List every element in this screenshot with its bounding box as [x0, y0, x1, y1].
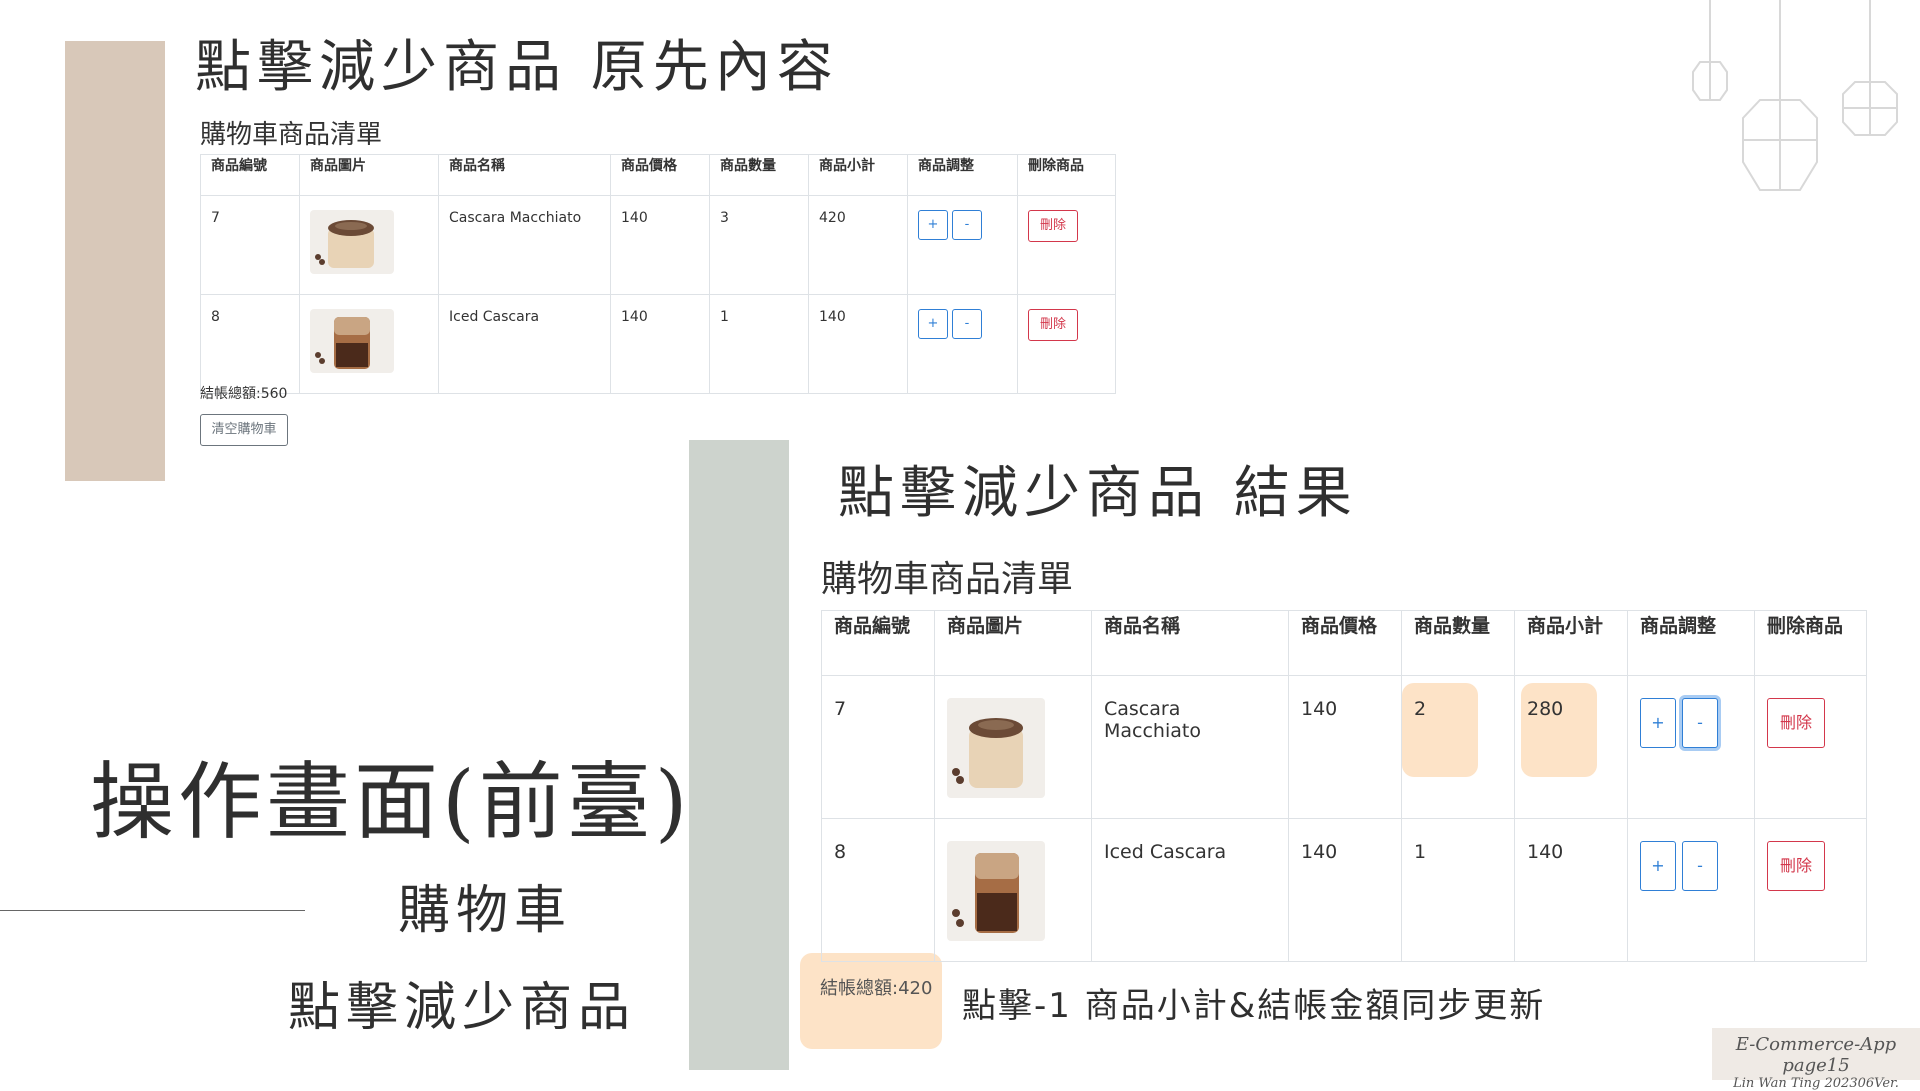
delete-button[interactable]: 刪除 — [1767, 698, 1825, 748]
product-price: 140 — [1288, 675, 1402, 819]
decrease-button[interactable]: - — [952, 210, 982, 240]
product-subtotal: 420 — [808, 195, 908, 295]
product-id: 7 — [821, 675, 935, 819]
subtitle-cart: 購物車 — [398, 881, 573, 941]
total-highlight — [800, 953, 942, 1049]
qty-adjust-cell: + - — [907, 195, 1018, 295]
iced-cascara-image — [310, 309, 394, 373]
column-header: 商品價格 — [610, 154, 710, 196]
decorative-tan-bar — [65, 41, 165, 481]
title-before: 點擊減少商品 原先內容 — [195, 35, 839, 100]
product-image — [299, 195, 439, 295]
product-id: 8 — [200, 294, 300, 394]
cart-heading: 購物車商品清單 — [821, 559, 1074, 600]
delete-button[interactable]: 刪除 — [1767, 841, 1825, 891]
column-header: 商品名稱 — [1091, 610, 1289, 676]
cascara-macchiato-image — [947, 698, 1045, 798]
cart-heading: 購物車商品清單 — [200, 120, 383, 150]
increase-button[interactable]: + — [1640, 698, 1676, 748]
product-qty: 1 — [709, 294, 809, 394]
decorative-grey-bar — [689, 440, 789, 1070]
main-title: 操作畫面(前臺) — [90, 753, 692, 851]
delete-cell: 刪除 — [1017, 294, 1116, 394]
result-note: 點擊-1 商品小計&結帳金額同步更新 — [962, 986, 1546, 1026]
decrease-button[interactable]: - — [1682, 841, 1718, 891]
product-price: 140 — [610, 195, 710, 295]
column-header: 商品編號 — [200, 154, 300, 196]
qty-adjust-cell: + - — [1627, 818, 1755, 962]
product-subtotal: 140 — [1514, 818, 1628, 962]
table-row: 7 Cascara Macchiato 140 2 280 + - 刪除 — [821, 675, 1867, 819]
table-row: 8 Iced Cascara 140 1 140 + - 刪除 — [821, 818, 1867, 962]
product-subtotal: 280 — [1514, 675, 1628, 819]
column-header: 商品圖片 — [299, 154, 439, 196]
checkout-total: 結帳總額:560 — [200, 386, 288, 402]
product-price: 140 — [1288, 818, 1402, 962]
delete-cell: 刪除 — [1017, 195, 1116, 295]
column-header: 商品名稱 — [438, 154, 611, 196]
subtitle-click: 點擊減少商品 — [288, 978, 637, 1038]
cart-table-before: 商品編號 商品圖片 商品名稱 商品價格 商品數量 商品小計 商品調整 刪除商品 … — [200, 154, 1116, 394]
table-header-row: 商品編號 商品圖片 商品名稱 商品價格 商品數量 商品小計 商品調整 刪除商品 — [200, 154, 1116, 196]
table-row: 7 Cascara Macchiato 140 3 420 + - 刪除 — [200, 195, 1116, 295]
column-header: 商品小計 — [808, 154, 908, 196]
title-after: 點擊減少商品 結果 — [838, 461, 1358, 526]
delete-cell: 刪除 — [1754, 675, 1867, 819]
product-name: Iced Cascara — [438, 294, 611, 394]
table-row: 8 Iced Cascara 140 1 140 + - 刪除 — [200, 294, 1116, 394]
product-image — [934, 675, 1092, 819]
product-id: 7 — [200, 195, 300, 295]
product-price: 140 — [610, 294, 710, 394]
delete-button[interactable]: 刪除 — [1028, 210, 1078, 242]
column-header: 商品圖片 — [934, 610, 1092, 676]
column-header: 刪除商品 — [1017, 154, 1116, 196]
product-subtotal: 140 — [808, 294, 908, 394]
column-header: 商品數量 — [1401, 610, 1515, 676]
product-name: Iced Cascara — [1091, 818, 1289, 962]
column-header: 商品數量 — [709, 154, 809, 196]
delete-button[interactable]: 刪除 — [1028, 309, 1078, 341]
cascara-macchiato-image — [310, 210, 394, 274]
footer-label: E-Commerce-App page15 Lin Wan Ting 20230… — [1712, 1028, 1920, 1091]
product-image — [299, 294, 439, 394]
column-header: 商品調整 — [907, 154, 1018, 196]
hanging-lamps-decoration — [1692, 0, 1898, 191]
column-header: 商品小計 — [1514, 610, 1628, 676]
product-qty: 1 — [1401, 818, 1515, 962]
footer-title: E-Commerce-App page15 — [1735, 1034, 1897, 1076]
product-name: Cascara Macchiato — [1091, 675, 1289, 819]
product-image — [934, 818, 1092, 962]
table-header-row: 商品編號 商品圖片 商品名稱 商品價格 商品數量 商品小計 商品調整 刪除商品 — [821, 610, 1867, 676]
decrease-button[interactable]: - — [1682, 698, 1718, 748]
iced-cascara-image — [947, 841, 1045, 941]
product-id: 8 — [821, 818, 935, 962]
product-qty: 2 — [1401, 675, 1515, 819]
increase-button[interactable]: + — [918, 210, 948, 240]
cart-table-after: 商品編號 商品圖片 商品名稱 商品價格 商品數量 商品小計 商品調整 刪除商品 … — [821, 610, 1867, 962]
column-header: 商品編號 — [821, 610, 935, 676]
column-header: 刪除商品 — [1754, 610, 1867, 676]
qty-adjust-cell: + - — [907, 294, 1018, 394]
increase-button[interactable]: + — [918, 309, 948, 339]
decrease-button[interactable]: - — [952, 309, 982, 339]
product-qty: 3 — [709, 195, 809, 295]
divider-line — [0, 910, 305, 911]
checkout-total: 結帳總額:420 — [820, 978, 933, 999]
footer-author: Lin Wan Ting 202306Ver. — [1733, 1076, 1899, 1091]
qty-adjust-cell: + - — [1627, 675, 1755, 819]
clear-cart-button[interactable]: 清空購物車 — [200, 414, 288, 446]
column-header: 商品調整 — [1627, 610, 1755, 676]
column-header: 商品價格 — [1288, 610, 1402, 676]
product-name: Cascara Macchiato — [438, 195, 611, 295]
increase-button[interactable]: + — [1640, 841, 1676, 891]
delete-cell: 刪除 — [1754, 818, 1867, 962]
